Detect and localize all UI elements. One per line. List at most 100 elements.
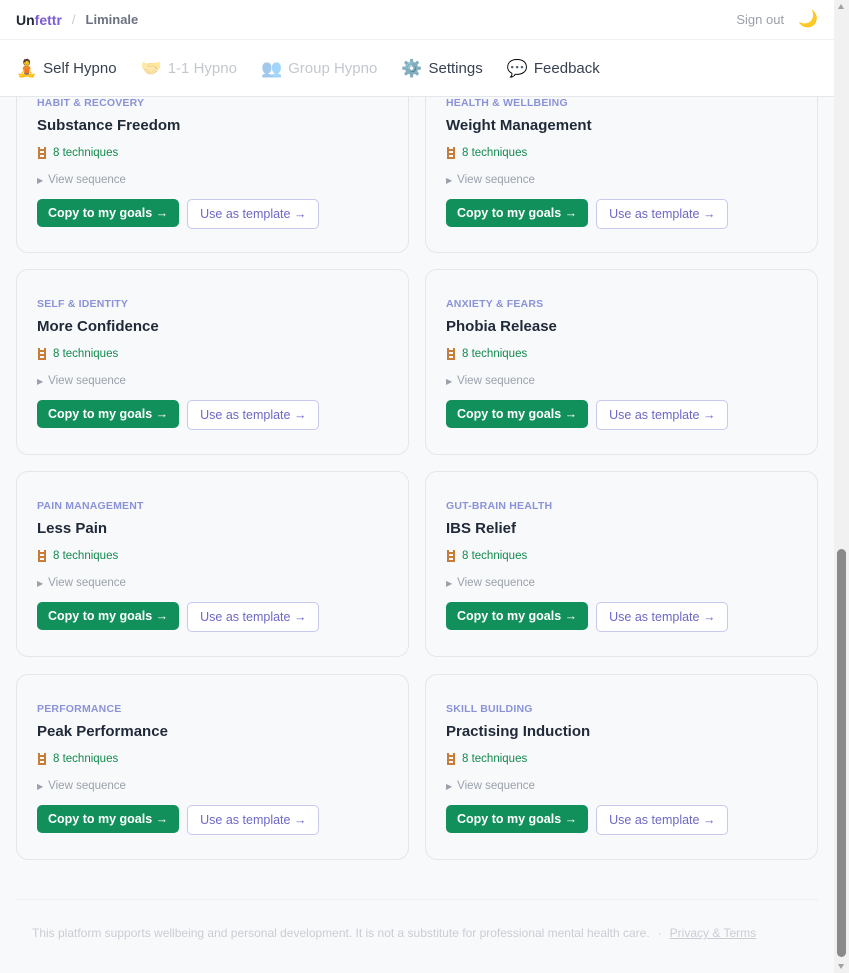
technique-count: 8 techniques (446, 753, 797, 765)
nav-item-label: Group Hypno (288, 59, 378, 77)
view-sequence-toggle[interactable]: ▶ View sequence (446, 780, 797, 792)
nav-item-one-to-one-hypno: 🤝 1-1 Hypno (141, 60, 237, 77)
meditation-icon: 🧘 (16, 58, 38, 78)
card-title: Peak Performance (37, 723, 168, 740)
view-sequence-label: View sequence (48, 375, 126, 387)
view-sequence-toggle[interactable]: ▶ View sequence (37, 780, 388, 792)
view-sequence-toggle[interactable]: ▶ View sequence (446, 375, 797, 387)
view-sequence-label: View sequence (48, 780, 126, 792)
nav-item-settings[interactable]: ⚙️ Settings (401, 60, 482, 77)
ladder-icon (446, 550, 456, 562)
copy-to-goals-button[interactable]: Copy to my goals → (37, 400, 180, 428)
nav-item-group-hypno: 👥 Group Hypno (261, 60, 377, 77)
copy-to-goals-button[interactable]: Copy to my goals → (446, 602, 589, 630)
footer-divider (16, 899, 818, 900)
triangle-right-icon: ▶ (446, 175, 453, 185)
view-sequence-toggle[interactable]: ▶ View sequence (446, 174, 797, 186)
footer-disclaimer: This platform supports wellbeing and per… (32, 926, 650, 940)
triangle-right-icon: ▶ (37, 578, 44, 588)
view-sequence-label: View sequence (48, 577, 126, 589)
ladder-icon (446, 147, 456, 159)
card-title: Practising Induction (446, 723, 591, 740)
triangle-right-icon: ▶ (446, 781, 453, 791)
template-card: Anxiety & Fears Phobia Release 8 techniq… (425, 269, 818, 455)
footer-separator: · (657, 926, 662, 940)
brand-logo[interactable]: Unfettr (16, 12, 62, 28)
gear-icon: ⚙️ (401, 58, 423, 78)
view-sequence-toggle[interactable]: ▶ View sequence (446, 577, 797, 589)
ladder-icon (37, 348, 47, 360)
technique-count: 8 techniques (37, 550, 388, 562)
card-title: IBS Relief (446, 520, 517, 537)
privacy-terms-link[interactable]: Privacy & Terms (670, 926, 756, 940)
template-card: Gut-Brain Health IBS Relief 8 techniques… (425, 471, 818, 657)
breadcrumb: Liminale (85, 12, 139, 27)
card-category: Self & Identity (37, 298, 129, 310)
technique-count-label: 8 techniques (53, 147, 119, 159)
view-sequence-toggle[interactable]: ▶ View sequence (37, 375, 388, 387)
card-title: Weight Management (446, 117, 592, 134)
card-category: Anxiety & Fears (446, 298, 544, 310)
triangle-right-icon: ▶ (446, 376, 453, 386)
speech-bubble-icon: 💬 (506, 58, 528, 78)
copy-to-goals-button[interactable]: Copy to my goals → (37, 805, 180, 833)
view-sequence-label: View sequence (48, 174, 126, 186)
technique-count: 8 techniques (446, 550, 797, 562)
nav-item-feedback[interactable]: 💬 Feedback (507, 60, 600, 77)
footer: This platform supports wellbeing and per… (32, 926, 756, 940)
use-as-template-button[interactable]: Use as template → (596, 602, 729, 632)
nav-item-self-hypno[interactable]: 🧘 Self Hypno (16, 60, 117, 77)
group-icon: 👥 (260, 58, 283, 78)
copy-to-goals-button[interactable]: Copy to my goals → (37, 199, 180, 227)
copy-to-goals-button[interactable]: Copy to my goals → (446, 400, 589, 428)
scroll-up-arrow-icon[interactable] (838, 4, 844, 9)
technique-count-label: 8 techniques (53, 348, 119, 360)
use-as-template-button[interactable]: Use as template → (187, 400, 320, 430)
technique-count: 8 techniques (446, 147, 797, 159)
breadcrumb-separator: / (71, 12, 76, 27)
template-card: Skill Building Practising Induction 8 te… (425, 674, 818, 860)
card-category: Gut-Brain Health (446, 500, 553, 512)
nav-item-label: Self Hypno (43, 59, 117, 77)
use-as-template-button[interactable]: Use as template → (596, 805, 729, 835)
use-as-template-button[interactable]: Use as template → (187, 199, 320, 229)
moon-icon[interactable]: 🌙 (798, 11, 818, 28)
card-category: Health & Wellbeing (446, 97, 568, 109)
nav-item-label: Feedback (533, 59, 600, 77)
scroll-down-arrow-icon[interactable] (838, 964, 844, 969)
use-as-template-button[interactable]: Use as template → (187, 602, 320, 632)
card-title: Phobia Release (446, 318, 557, 335)
view-sequence-label: View sequence (457, 174, 535, 186)
card-category: Skill Building (446, 703, 533, 715)
view-sequence-toggle[interactable]: ▶ View sequence (37, 577, 388, 589)
copy-to-goals-button[interactable]: Copy to my goals → (446, 805, 589, 833)
card-title: Less Pain (37, 520, 108, 537)
card-category: Pain Management (37, 500, 144, 512)
ladder-icon (37, 550, 47, 562)
scrollbar-thumb[interactable] (837, 549, 846, 957)
card-category: Performance (37, 703, 122, 715)
view-sequence-toggle[interactable]: ▶ View sequence (37, 174, 388, 186)
use-as-template-button[interactable]: Use as template → (596, 400, 729, 430)
template-card: Pain Management Less Pain 8 techniques ▶… (16, 471, 409, 657)
ladder-icon (37, 753, 47, 765)
triangle-right-icon: ▶ (37, 175, 44, 185)
technique-count: 8 techniques (37, 348, 388, 360)
copy-to-goals-button[interactable]: Copy to my goals → (37, 602, 180, 630)
vertical-scrollbar[interactable] (834, 0, 849, 973)
technique-count-label: 8 techniques (462, 147, 528, 159)
technique-count: 8 techniques (37, 753, 388, 765)
use-as-template-button[interactable]: Use as template → (596, 199, 729, 229)
technique-count: 8 techniques (446, 348, 797, 360)
template-card: Performance Peak Performance 8 technique… (16, 674, 409, 860)
triangle-right-icon: ▶ (446, 578, 453, 588)
nav-item-label: 1-1 Hypno (167, 59, 237, 77)
use-as-template-button[interactable]: Use as template → (187, 805, 320, 835)
sign-out-link[interactable]: Sign out (736, 12, 784, 27)
view-sequence-label: View sequence (457, 577, 535, 589)
technique-count-label: 8 techniques (462, 348, 528, 360)
copy-to-goals-button[interactable]: Copy to my goals → (446, 199, 589, 227)
card-title: Substance Freedom (37, 117, 181, 134)
template-card: Habit & Recovery Substance Freedom 8 tec… (16, 97, 409, 253)
view-sequence-label: View sequence (457, 375, 535, 387)
